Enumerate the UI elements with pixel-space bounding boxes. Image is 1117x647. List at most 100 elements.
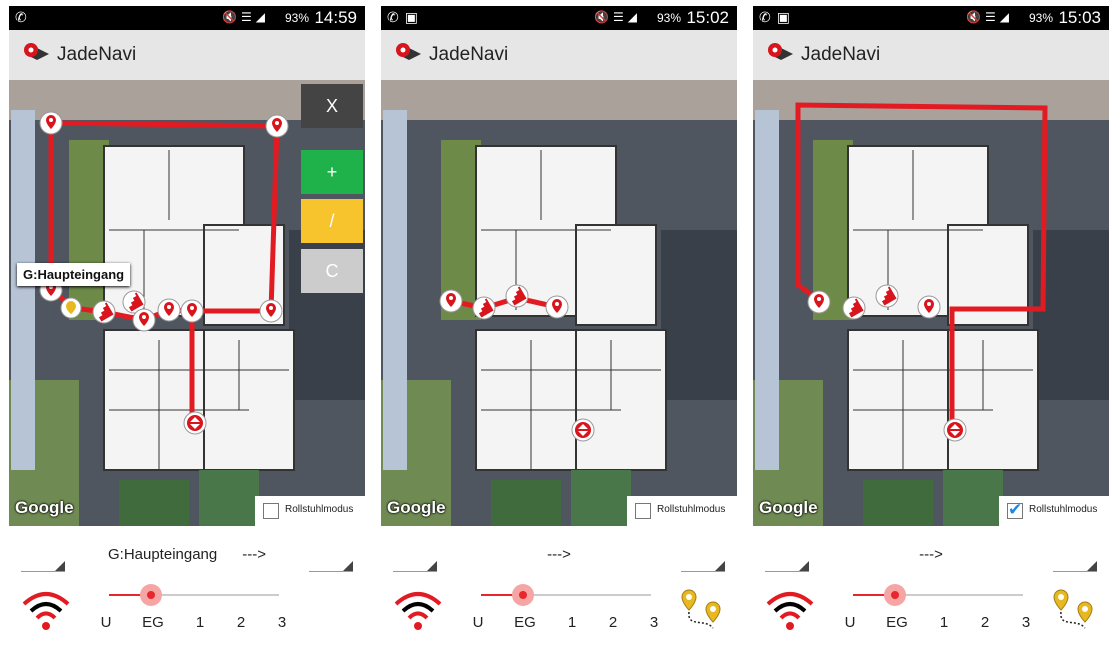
map-marker-icon[interactable] <box>132 308 156 332</box>
floor-label-u: U <box>844 614 856 631</box>
app-bar: JadeNavi <box>381 30 737 80</box>
wheelchair-toggle[interactable]: Rollstuhlmodus <box>627 496 737 526</box>
battery-level: 93% <box>656 11 681 25</box>
status-clock: 15:02 <box>686 8 729 27</box>
elevator-icon[interactable] <box>571 418 595 442</box>
floor-slider-thumb[interactable] <box>140 584 162 606</box>
map-marker-icon[interactable] <box>157 298 181 322</box>
stairs-icon[interactable] <box>472 296 496 320</box>
floor-labels: U EG 1 2 3 <box>95 614 305 632</box>
whatsapp-icon: ✆ <box>15 9 33 25</box>
app-bar: JadeNavi <box>9 30 365 80</box>
floor-label-1: 1 <box>939 614 949 631</box>
elevator-icon[interactable] <box>183 411 207 435</box>
floor-label-eg: EG <box>514 614 536 631</box>
floor-label-2: 2 <box>236 614 246 631</box>
start-spinner[interactable] <box>393 559 437 572</box>
map-canvas[interactable] <box>753 80 1109 526</box>
status-clock: 14:59 <box>314 8 357 27</box>
destination-spinner[interactable] <box>1053 559 1097 572</box>
route-icon[interactable] <box>675 588 727 632</box>
stairs-icon[interactable] <box>842 296 866 320</box>
signal-icons: 🔇☰◢ <box>594 10 641 24</box>
wheelchair-label: Rollstuhlmodus <box>657 504 726 515</box>
bottom-panel: G:Haupteingang ---> U EG 1 2 3 <box>9 526 365 641</box>
wifi-icon <box>766 592 814 630</box>
route-icon[interactable] <box>1047 588 1099 632</box>
destination-spinner[interactable] <box>681 559 725 572</box>
close-button[interactable]: X <box>301 84 363 128</box>
map-canvas[interactable] <box>9 80 365 526</box>
wheelchair-checkbox[interactable] <box>263 503 279 519</box>
stairs-icon[interactable] <box>875 284 899 308</box>
status-clock: 15:03 <box>1058 8 1101 27</box>
wheelchair-toggle[interactable]: Rollstuhlmodus <box>255 496 365 526</box>
route-from: G:Haupteingang <box>107 546 218 563</box>
floor-label-3: 3 <box>649 614 659 631</box>
map-marker-icon[interactable] <box>439 289 463 313</box>
map-marker-icon[interactable] <box>807 290 831 314</box>
floor-label-1: 1 <box>195 614 205 631</box>
battery-level: 93% <box>284 11 309 25</box>
stairs-icon[interactable] <box>505 284 529 308</box>
floor-slider-thumb[interactable] <box>884 584 906 606</box>
map-view[interactable]: Google Rollstuhlmodus <box>381 80 737 526</box>
map-marker-icon[interactable] <box>39 111 63 135</box>
clear-button[interactable]: C <box>301 249 363 293</box>
stairs-icon[interactable] <box>92 300 116 324</box>
app-title: JadeNavi <box>801 44 881 65</box>
map-canvas[interactable] <box>381 80 737 526</box>
phone-screen-1: ✆ 🔇☰◢ 93% 14:59 JadeNavi G:Haupteingang … <box>9 6 365 641</box>
app-bar: JadeNavi <box>753 30 1109 80</box>
elevator-icon[interactable] <box>943 418 967 442</box>
floor-label-2: 2 <box>608 614 618 631</box>
map-marker-icon[interactable] <box>180 299 204 323</box>
bottom-panel: ---> U EG 1 2 3 <box>753 526 1109 641</box>
floor-slider-thumb[interactable] <box>512 584 534 606</box>
bottom-panel: ---> U EG 1 2 3 <box>381 526 737 641</box>
app-title: JadeNavi <box>57 44 137 65</box>
wifi-icon <box>394 592 442 630</box>
map-view[interactable]: Google Rollstuhlmodus <box>753 80 1109 526</box>
wheelchair-checkbox[interactable] <box>635 503 651 519</box>
route-arrow: ---> <box>919 546 943 563</box>
add-button[interactable]: + <box>301 150 363 194</box>
map-marker-icon[interactable] <box>545 295 569 319</box>
wheelchair-label: Rollstuhlmodus <box>285 504 354 515</box>
signal-icons: 🔇☰◢ <box>222 10 269 24</box>
jadenavi-logo-icon <box>768 43 793 60</box>
floor-label-2: 2 <box>980 614 990 631</box>
map-marker-icon[interactable] <box>917 295 941 319</box>
wifi-icon <box>22 592 70 630</box>
floor-label-u: U <box>100 614 112 631</box>
floor-label-u: U <box>472 614 484 631</box>
map-marker-icon[interactable] <box>265 114 289 138</box>
edit-button[interactable]: / <box>301 199 363 243</box>
phone-screen-2: ✆▣ 🔇☰◢ 93% 15:02 JadeNavi Google Rollstu… <box>381 6 737 641</box>
status-bar: ✆▣ 🔇☰◢ 93% 15:02 <box>381 6 737 30</box>
signal-icons: 🔇☰◢ <box>966 10 1013 24</box>
map-view[interactable]: G:Haupteingang X + / C Google Rollstuhlm… <box>9 80 365 526</box>
floor-label-3: 3 <box>277 614 287 631</box>
wheelchair-toggle[interactable]: Rollstuhlmodus <box>999 496 1109 526</box>
google-logo: Google <box>759 498 818 517</box>
floor-label-1: 1 <box>567 614 577 631</box>
wheelchair-label: Rollstuhlmodus <box>1029 504 1098 515</box>
start-marker-icon[interactable] <box>60 297 82 319</box>
wheelchair-checkbox[interactable] <box>1007 500 1023 520</box>
floor-label-3: 3 <box>1021 614 1031 631</box>
route-arrow: ---> <box>242 546 266 563</box>
start-spinner[interactable] <box>21 559 65 572</box>
floor-label-eg: EG <box>886 614 908 631</box>
phone-screen-3: ✆▣ 🔇☰◢ 93% 15:03 JadeNavi Google Rollstu… <box>753 6 1109 641</box>
destination-spinner[interactable] <box>309 559 353 572</box>
whatsapp-icon: ✆▣ <box>759 9 796 25</box>
jadenavi-logo-icon <box>396 43 421 60</box>
google-logo: Google <box>15 498 74 517</box>
floor-label-eg: EG <box>142 614 164 631</box>
map-marker-icon[interactable] <box>259 299 283 323</box>
route-arrow: ---> <box>547 546 571 563</box>
whatsapp-icon: ✆▣ <box>387 9 424 25</box>
start-spinner[interactable] <box>765 559 809 572</box>
app-title: JadeNavi <box>429 44 509 65</box>
